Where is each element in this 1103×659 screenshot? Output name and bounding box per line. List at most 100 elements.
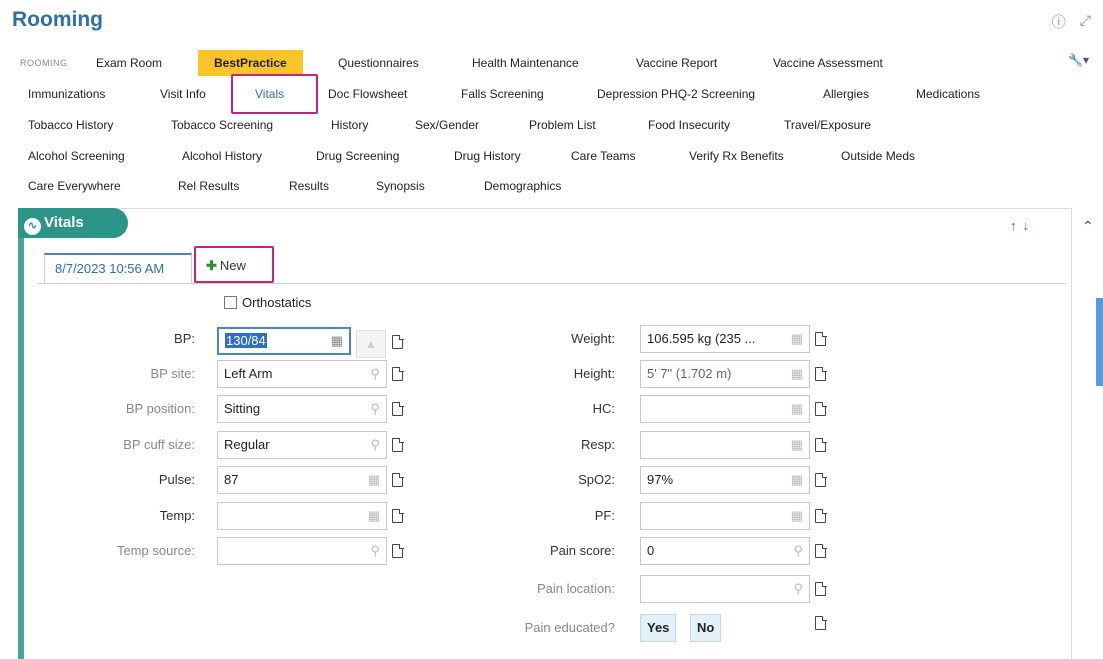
bp-position-field[interactable]: Sitting ⚲ bbox=[217, 395, 387, 423]
side-scroll-tab[interactable] bbox=[1096, 298, 1103, 386]
tab-allergies[interactable]: Allergies bbox=[823, 81, 869, 107]
temp-source-note-icon[interactable] bbox=[392, 543, 404, 558]
pain-location-note-icon[interactable] bbox=[815, 581, 827, 596]
height-note-icon[interactable] bbox=[815, 366, 827, 381]
resp-field[interactable]: ▦ bbox=[640, 431, 810, 459]
tab-results[interactable]: Results bbox=[289, 173, 329, 199]
bp-cuff-size-note-icon[interactable] bbox=[392, 437, 404, 452]
calculator-icon[interactable]: ▦ bbox=[791, 503, 803, 529]
tab-drug-history[interactable]: Drug History bbox=[454, 143, 521, 169]
spo2-label: SpO2: bbox=[578, 472, 615, 487]
pf-field[interactable]: ▦ bbox=[640, 502, 810, 530]
bp-cuff-size-field[interactable]: Regular ⚲ bbox=[217, 431, 387, 459]
tab-care-teams[interactable]: Care Teams bbox=[571, 143, 635, 169]
tab-care-everywhere[interactable]: Care Everywhere bbox=[28, 173, 121, 199]
bp-position-label: BP position: bbox=[125, 401, 195, 416]
tab-vaccine-report[interactable]: Vaccine Report bbox=[636, 50, 717, 76]
search-icon[interactable]: ⚲ bbox=[370, 396, 380, 422]
tab-drug-screening[interactable]: Drug Screening bbox=[316, 143, 399, 169]
calculator-icon[interactable]: ▦ bbox=[791, 432, 803, 458]
tab-sex-gender[interactable]: Sex/Gender bbox=[415, 112, 479, 138]
entry-date-tab[interactable]: 8/7/2023 10:56 AM bbox=[44, 253, 192, 283]
search-icon[interactable]: ⚲ bbox=[793, 538, 803, 564]
tab-health-maintenance[interactable]: Health Maintenance bbox=[472, 50, 579, 76]
pain-educated-note-icon[interactable] bbox=[815, 615, 827, 630]
tab-demographics[interactable]: Demographics bbox=[484, 173, 561, 199]
pain-score-field[interactable]: 0 ⚲ bbox=[640, 537, 810, 565]
tab-doc-flowsheet[interactable]: Doc Flowsheet bbox=[328, 81, 407, 107]
sort-arrows-icon[interactable]: ↑↓ bbox=[1010, 218, 1035, 233]
pain-score-note-icon[interactable] bbox=[815, 543, 827, 558]
tab-tobacco-screening[interactable]: Tobacco Screening bbox=[171, 112, 273, 138]
search-icon[interactable]: ⚲ bbox=[370, 361, 380, 387]
pulse-label: Pulse: bbox=[158, 472, 195, 487]
pain-educated-yes-button[interactable]: Yes bbox=[640, 614, 677, 642]
calculator-icon[interactable]: ▦ bbox=[331, 329, 343, 353]
bp-site-field[interactable]: Left Arm ⚲ bbox=[217, 360, 387, 388]
pain-score-label: Pain score: bbox=[549, 543, 615, 558]
temp-source-field[interactable]: ⚲ bbox=[217, 537, 387, 565]
wrench-menu-icon[interactable]: 🔧▾ bbox=[1068, 53, 1089, 67]
spo2-field[interactable]: 97% ▦ bbox=[640, 466, 810, 494]
tab-tobacco-history[interactable]: Tobacco History bbox=[28, 112, 113, 138]
tab-bestpractice[interactable]: BestPractice bbox=[198, 50, 303, 76]
calculator-icon[interactable]: ▦ bbox=[368, 503, 380, 529]
search-icon[interactable]: ⚲ bbox=[793, 576, 803, 602]
bp-alert-button[interactable]: ▲ bbox=[356, 330, 386, 358]
tab-immunizations[interactable]: Immunizations bbox=[28, 81, 105, 107]
spo2-note-icon[interactable] bbox=[815, 472, 827, 487]
weight-field[interactable]: 106.595 kg (235 ... ▦ bbox=[640, 325, 810, 353]
tab-synopsis[interactable]: Synopsis bbox=[376, 173, 425, 199]
calculator-icon[interactable]: ▦ bbox=[791, 361, 803, 387]
tab-travel-exposure[interactable]: Travel/Exposure bbox=[784, 112, 871, 138]
temp-note-icon[interactable] bbox=[392, 508, 404, 523]
height-field[interactable]: 5' 7" (1.702 m) ▦ bbox=[640, 360, 810, 388]
pain-location-field[interactable]: ⚲ bbox=[640, 575, 810, 603]
weight-note-icon[interactable] bbox=[815, 331, 827, 346]
pulse-note-icon[interactable] bbox=[392, 472, 404, 487]
pulse-field[interactable]: 87 ▦ bbox=[217, 466, 387, 494]
tab-depression-screening[interactable]: Depression PHQ-2 Screening bbox=[597, 81, 755, 107]
bp-note-icon[interactable] bbox=[392, 334, 404, 349]
tab-food-insecurity[interactable]: Food Insecurity bbox=[648, 112, 730, 138]
search-icon[interactable]: ⚲ bbox=[370, 432, 380, 458]
bp-field[interactable]: 130/84 ▦ bbox=[217, 327, 351, 355]
tab-exam-room[interactable]: Exam Room bbox=[96, 50, 162, 76]
bp-site-note-icon[interactable] bbox=[392, 366, 404, 381]
tab-verify-rx-benefits[interactable]: Verify Rx Benefits bbox=[689, 143, 784, 169]
resp-label: Resp: bbox=[581, 437, 615, 452]
tab-problem-list[interactable]: Problem List bbox=[529, 112, 596, 138]
plus-icon: ✚ bbox=[206, 258, 217, 273]
calculator-icon[interactable]: ▦ bbox=[791, 396, 803, 422]
pain-educated-no-button[interactable]: No bbox=[690, 614, 722, 642]
tab-questionnaires[interactable]: Questionnaires bbox=[338, 50, 419, 76]
orthostatics-checkbox[interactable]: Orthostatics bbox=[224, 295, 311, 310]
collapse-caret-icon[interactable]: ⌃ bbox=[1082, 218, 1094, 235]
calculator-icon[interactable]: ▦ bbox=[368, 467, 380, 493]
tab-rel-results[interactable]: Rel Results bbox=[178, 173, 239, 199]
bp-position-note-icon[interactable] bbox=[392, 401, 404, 416]
tab-alcohol-screening[interactable]: Alcohol Screening bbox=[28, 143, 125, 169]
tab-medications[interactable]: Medications bbox=[916, 81, 980, 107]
temp-field[interactable]: ▦ bbox=[217, 502, 387, 530]
pf-note-icon[interactable] bbox=[815, 508, 827, 523]
question-circle-icon[interactable]: ⓘ bbox=[1052, 12, 1066, 32]
tab-visit-info[interactable]: Visit Info bbox=[160, 81, 206, 107]
new-entry-button[interactable]: ✚ New bbox=[206, 258, 246, 274]
calculator-icon[interactable]: ▦ bbox=[791, 467, 803, 493]
expand-arrows-icon[interactable]: ⤢ bbox=[1080, 12, 1091, 32]
resp-note-icon[interactable] bbox=[815, 437, 827, 452]
search-icon[interactable]: ⚲ bbox=[370, 538, 380, 564]
hc-note-icon[interactable] bbox=[815, 401, 827, 416]
checkbox-icon[interactable] bbox=[224, 296, 237, 309]
tab-outside-meds[interactable]: Outside Meds bbox=[841, 143, 915, 169]
tab-history[interactable]: History bbox=[331, 112, 368, 138]
tab-alcohol-history[interactable]: Alcohol History bbox=[182, 143, 262, 169]
weight-label: Weight: bbox=[571, 331, 615, 346]
tab-falls-screening[interactable]: Falls Screening bbox=[461, 81, 544, 107]
orthostatics-label: Orthostatics bbox=[242, 295, 312, 310]
hc-field[interactable]: ▦ bbox=[640, 395, 810, 423]
tab-vaccine-assessment[interactable]: Vaccine Assessment bbox=[773, 50, 883, 76]
calculator-icon[interactable]: ▦ bbox=[791, 326, 803, 352]
tab-vitals[interactable]: Vitals bbox=[255, 81, 284, 107]
